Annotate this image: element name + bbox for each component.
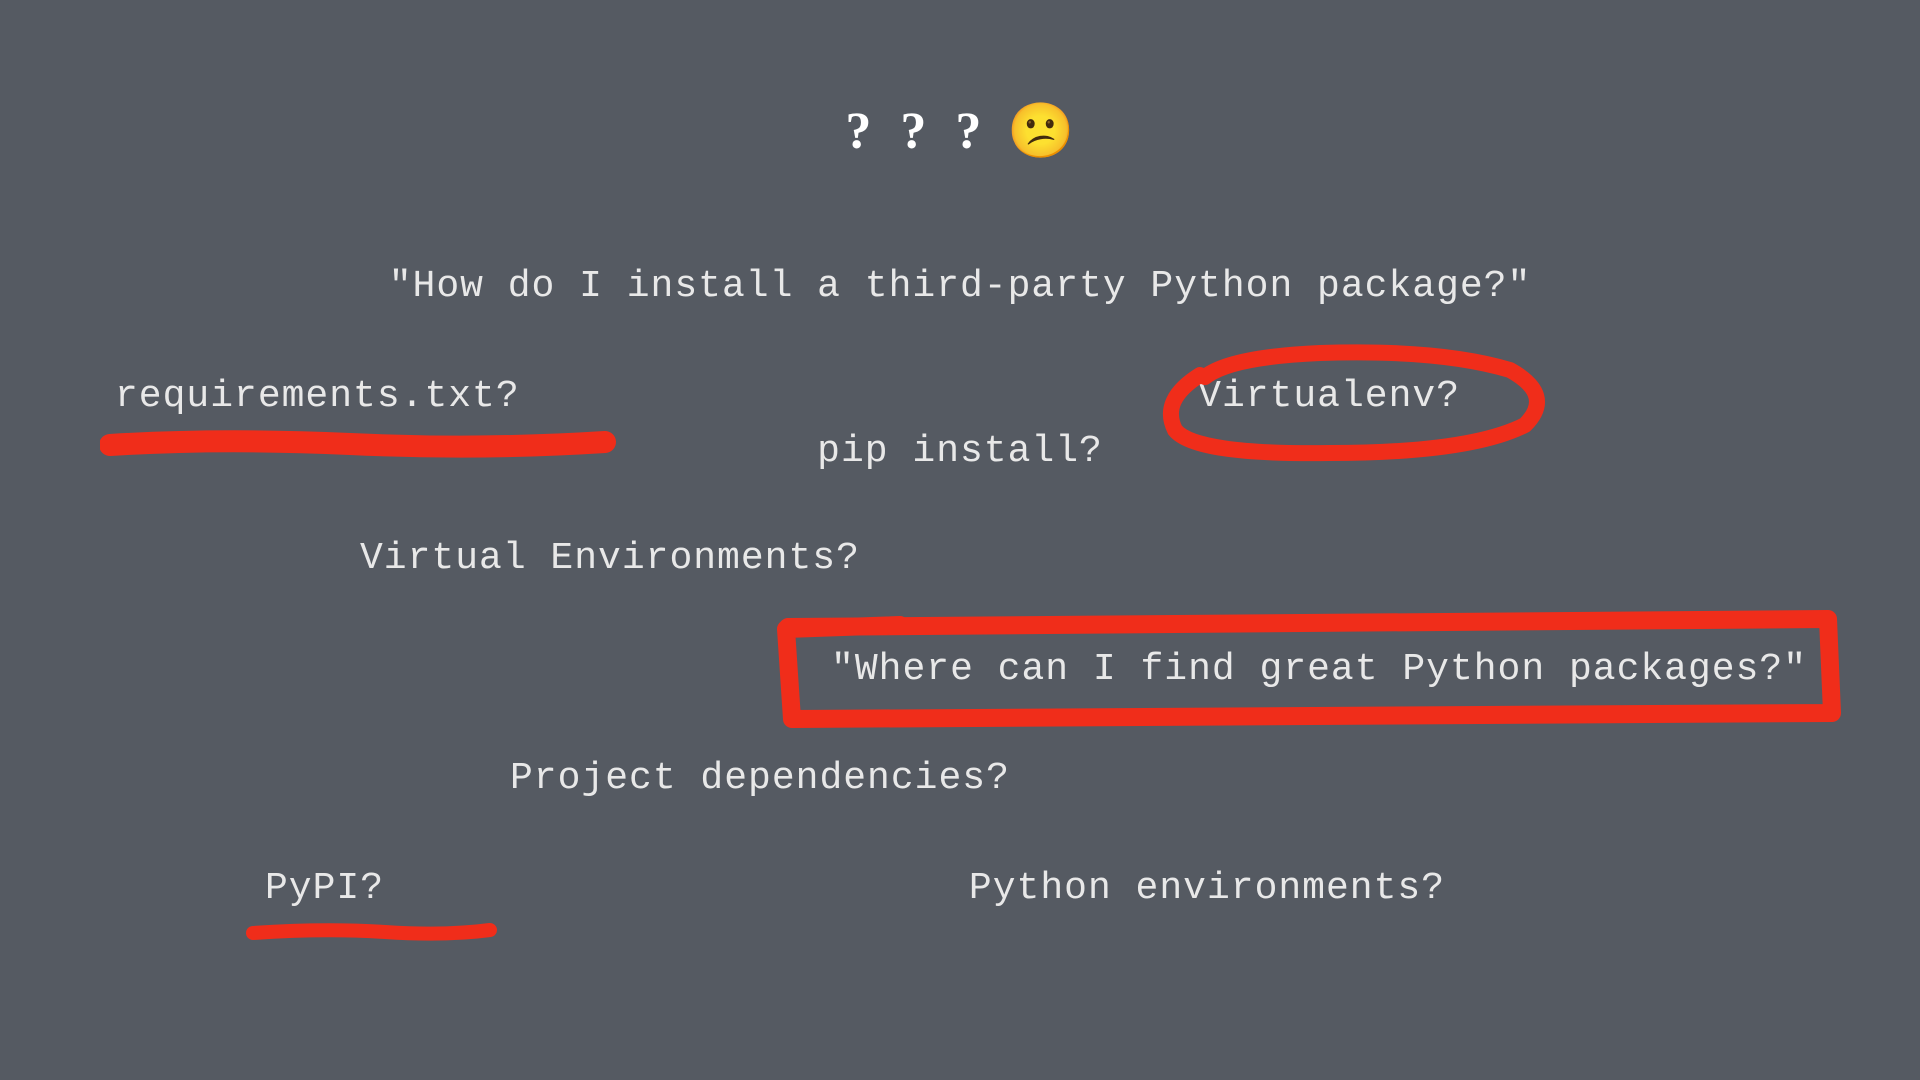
title-question-marks: ? ? ? — [845, 102, 989, 161]
term-python-environments: Python environments? — [969, 867, 1445, 910]
term-project-dependencies: Project dependencies? — [510, 757, 1010, 800]
annotation-underline-pypi — [245, 918, 505, 958]
term-requirements-txt: requirements.txt? — [115, 375, 520, 418]
term-pypi: PyPI? — [265, 867, 384, 910]
question-find-packages: "Where can I find great Python packages?… — [831, 648, 1807, 691]
confused-face-icon: 😕 — [1007, 100, 1074, 163]
term-virtualenv: Virtualenv? — [1198, 375, 1460, 418]
slide-container: ? ? ? 😕 "How do I install a third-party … — [0, 0, 1920, 1080]
term-pip-install: pip install? — [817, 430, 1103, 473]
slide-title: ? ? ? 😕 — [845, 100, 1074, 163]
term-virtual-environments: Virtual Environments? — [360, 537, 860, 580]
question-install-package: "How do I install a third-party Python p… — [389, 265, 1532, 308]
annotation-underline-requirements — [100, 420, 620, 480]
